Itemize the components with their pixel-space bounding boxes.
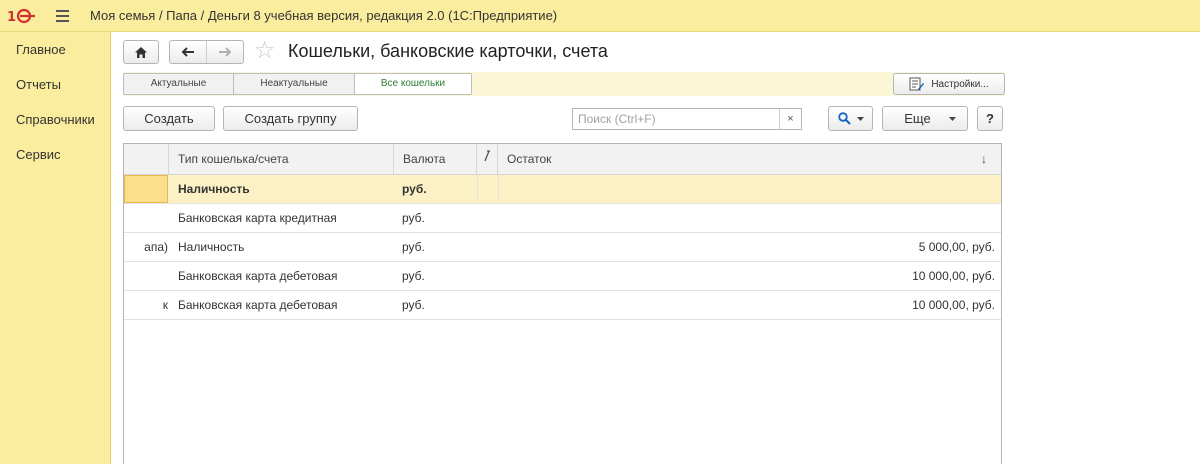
table-row[interactable]: Банковская карта дебетовая руб. 10 000,0…: [124, 262, 1001, 291]
settings-document-icon: [909, 77, 925, 91]
page-title: Кошельки, банковские карточки, счета: [288, 41, 608, 61]
row-type: Банковская карта дебетовая: [178, 298, 338, 312]
svg-text:1: 1: [7, 10, 16, 24]
wallets-table: Тип кошелька/счета Валюта Остаток ↓ Нали…: [123, 143, 1002, 464]
row-type: Банковская карта кредитная: [178, 211, 337, 225]
table-row[interactable]: Банковская карта кредитная руб.: [124, 204, 1001, 233]
history-navigation: [169, 40, 244, 64]
row-name: [124, 204, 168, 232]
search-box: ×: [572, 108, 802, 130]
search-input[interactable]: [573, 109, 779, 129]
chevron-down-icon: [948, 116, 956, 121]
sort-indicator-icon: ↓: [981, 152, 987, 166]
balance-label: Остаток: [507, 152, 552, 166]
forward-button[interactable]: [206, 41, 243, 63]
row-balance: 10 000,00, руб.: [912, 298, 995, 312]
row-type: Наличность: [178, 182, 250, 196]
sidebar-item-service[interactable]: Сервис: [0, 137, 110, 172]
row-type: Наличность: [178, 240, 245, 254]
more-label: Еще: [904, 111, 931, 126]
tab-inactive[interactable]: Неактуальные: [233, 74, 354, 94]
row-currency: руб.: [402, 269, 425, 283]
arrow-left-icon: [181, 47, 194, 57]
row-currency: руб.: [402, 211, 425, 225]
app-logo[interactable]: 1С1: [0, 0, 44, 32]
tab-all-wallets[interactable]: Все кошельки: [354, 74, 471, 94]
column-divider: [498, 175, 499, 204]
create-group-button[interactable]: Создать группу: [223, 106, 358, 131]
settings-button[interactable]: Настройки...: [893, 73, 1005, 95]
row-currency: руб.: [402, 182, 427, 196]
home-button[interactable]: [123, 40, 159, 64]
help-button[interactable]: ?: [977, 106, 1003, 131]
row-currency: руб.: [402, 298, 425, 312]
sidebar-item-main[interactable]: Главное: [0, 32, 110, 67]
column-divider: [477, 175, 478, 204]
top-bar: 1С1 Моя семья / Папа / Деньги 8 учебная …: [0, 0, 1200, 32]
row-balance: [498, 175, 995, 203]
row-type: Банковская карта дебетовая: [178, 269, 338, 283]
row-name: [124, 262, 168, 290]
table-header: Тип кошелька/счета Валюта Остаток ↓: [124, 144, 1001, 175]
main-content: ☆ Кошельки, банковские карточки, счета А…: [111, 32, 1200, 464]
create-button[interactable]: Создать: [123, 106, 215, 131]
row-balance: 10 000,00, руб.: [912, 269, 995, 283]
sidebar-item-directories[interactable]: Справочники: [0, 102, 110, 137]
magnifier-icon: [837, 112, 851, 125]
settings-label: Настройки...: [931, 78, 989, 90]
column-header-balance[interactable]: Остаток ↓: [498, 144, 1001, 174]
more-button[interactable]: Еще: [882, 106, 968, 131]
hamburger-menu-icon[interactable]: [44, 0, 80, 32]
sidebar: Главное Отчеты Справочники Сервис: [0, 32, 111, 464]
row-balance: [498, 204, 995, 232]
star-icon[interactable]: ☆: [254, 38, 276, 64]
filter-tabs: Актуальные Неактуальные Все кошельки: [123, 73, 472, 95]
column-header-currency[interactable]: Валюта: [394, 144, 477, 174]
row-currency: руб.: [402, 240, 425, 254]
column-header-name[interactable]: [124, 144, 169, 174]
chevron-down-icon: [856, 116, 864, 121]
row-balance: 5 000,00, руб.: [918, 240, 995, 254]
app-title: Моя семья / Папа / Деньги 8 учебная верс…: [90, 8, 558, 23]
column-header-type[interactable]: Тип кошелька/счета: [169, 144, 394, 174]
row-name: к: [162, 298, 168, 312]
table-row[interactable]: к Банковская карта дебетовая руб. 10 000…: [124, 291, 1001, 320]
table-row[interactable]: Наличность руб.: [124, 175, 1001, 204]
filter-bar: Актуальные Неактуальные Все кошельки Нас…: [123, 72, 1005, 96]
home-icon: [135, 46, 147, 58]
sidebar-item-reports[interactable]: Отчеты: [0, 67, 110, 102]
column-icon: [484, 150, 490, 162]
search-options-button[interactable]: [828, 106, 873, 131]
arrow-right-icon: [219, 47, 232, 57]
tab-actual[interactable]: Актуальные: [124, 74, 233, 94]
table-row[interactable]: апа) Наличность руб. 5 000,00, руб.: [124, 233, 1001, 262]
column-header-extra[interactable]: [477, 144, 498, 174]
back-button[interactable]: [170, 41, 206, 63]
row-name: [124, 175, 168, 203]
row-name: апа): [144, 240, 168, 254]
search-clear-button[interactable]: ×: [779, 109, 801, 129]
